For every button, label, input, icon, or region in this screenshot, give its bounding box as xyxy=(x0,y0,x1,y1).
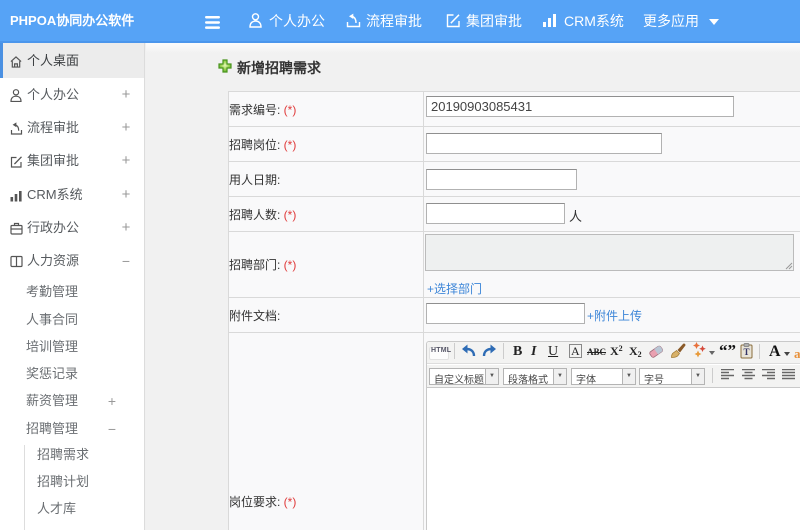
svg-text:T: T xyxy=(743,347,749,357)
